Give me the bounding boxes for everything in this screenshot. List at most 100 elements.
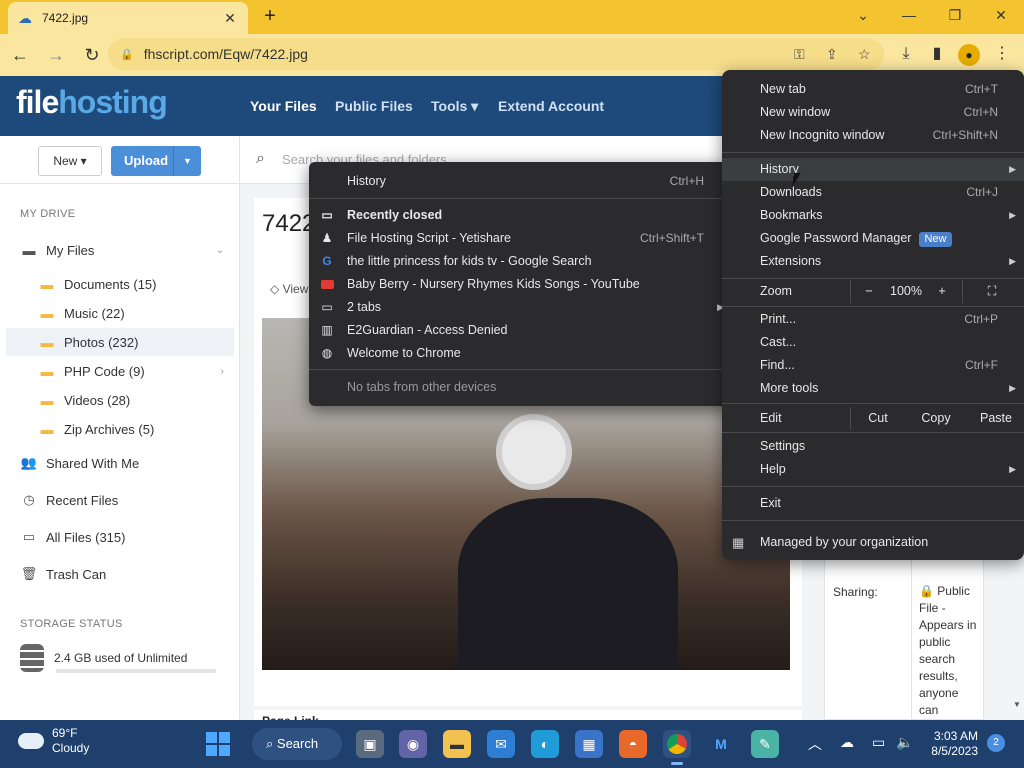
nav-extend-account[interactable]: Extend Account	[498, 98, 604, 114]
side-panel-icon[interactable]: ▮	[923, 40, 951, 68]
sidebar-item-all-files[interactable]: ▭ All Files (315)	[0, 523, 234, 551]
no-tabs-other-devices: No tabs from other devices	[347, 380, 497, 394]
divider	[722, 520, 1024, 521]
new-button[interactable]: New ▾	[38, 146, 102, 176]
managed-by-organization[interactable]: ▦ Managed by your organization	[722, 531, 1024, 554]
download-icon[interactable]: ⤓	[892, 40, 920, 68]
tab-search-chevron-icon[interactable]: ⌄	[840, 4, 886, 28]
close-tab-icon[interactable]: ✕	[222, 10, 238, 27]
store-icon[interactable]: ▦	[575, 730, 603, 758]
profile-avatar-icon[interactable]: ●	[958, 44, 980, 66]
windows-taskbar: 69°F Cloudy ⌕ Search ▣ ◉ ▬ ✉ ◐ ▦ ◓ M ✎ ︿ …	[0, 720, 1024, 768]
sidebar-folder-zip-archives[interactable]: ▬ Zip Archives (5)	[0, 415, 234, 443]
weather-condition: Cloudy	[52, 741, 90, 755]
edge-icon[interactable]: ◐	[531, 730, 559, 758]
menu-cast[interactable]: Cast...	[722, 331, 1024, 354]
chevron-right-icon[interactable]: ›	[221, 366, 224, 377]
paste-button[interactable]: Paste	[974, 407, 1018, 430]
view-button[interactable]: ◇ View	[270, 282, 308, 296]
sidebar-item-shared[interactable]: 👥 Shared With Me	[0, 449, 234, 477]
history-entry[interactable]: ♟ File Hosting Script - Yetishare Ctrl+Shi…	[309, 227, 732, 250]
menu-help[interactable]: Help ▶	[722, 458, 1024, 481]
cut-button[interactable]: Cut	[858, 407, 898, 430]
volume-icon[interactable]: 🔈	[896, 734, 913, 751]
mail-icon[interactable]: ✉	[487, 730, 515, 758]
forward-icon[interactable]: →	[40, 39, 72, 71]
sidebar-folder-photos[interactable]: ▬ Photos (232)	[6, 328, 234, 356]
upload-dropdown-icon[interactable]: ▼	[173, 146, 201, 176]
chrome-menu-icon[interactable]: ⋮	[988, 40, 1016, 68]
menu-more-tools[interactable]: More tools ▶	[722, 377, 1024, 400]
taskbar-search[interactable]: ⌕ Search	[252, 728, 342, 760]
file-explorer-icon[interactable]: ▬	[443, 730, 471, 758]
menu-settings[interactable]: Settings	[722, 435, 1024, 458]
chevron-down-icon[interactable]: ⌄	[216, 245, 224, 256]
history-entry[interactable]: ▥ E2Guardian - Access Denied	[309, 319, 732, 342]
history-entry[interactable]: Gthe little princess for kids tv - Googl…	[309, 250, 732, 273]
zoom-out-button[interactable]: −	[858, 280, 880, 303]
menu-password-manager[interactable]: Google Password Manager New	[722, 227, 1024, 250]
tray-chevron-icon[interactable]: ︿	[808, 734, 822, 754]
divider	[722, 306, 1024, 307]
nav-tools[interactable]: Tools ▾	[431, 98, 478, 115]
history-item[interactable]: History Ctrl+H	[309, 170, 732, 193]
chrome-taskbar-icon[interactable]	[663, 730, 691, 765]
sidebar-folder-music[interactable]: ▬ Music (22)	[0, 299, 234, 327]
back-icon[interactable]: ←	[4, 39, 36, 71]
sidebar-item-recent[interactable]: ◷ Recent Files	[0, 486, 234, 514]
bookmark-star-icon[interactable]: ☆	[858, 46, 871, 63]
malwarebytes-icon[interactable]: M	[707, 730, 735, 758]
menu-new-window[interactable]: New window Ctrl+N	[722, 101, 1024, 124]
sidebar-folder-documents[interactable]: ▬ Documents (15)	[0, 270, 234, 298]
task-view-icon[interactable]: ▣	[356, 730, 384, 758]
site-logo[interactable]: filehosting	[16, 84, 168, 121]
browser-tab[interactable]: ☁ 7422.jpg ✕	[8, 2, 248, 34]
recently-closed-item[interactable]: ▭ Recently closed	[309, 204, 732, 227]
history-entry[interactable]: ▭ 2 tabs ▶	[309, 296, 732, 319]
start-button[interactable]	[206, 732, 230, 756]
copy-button[interactable]: Copy	[914, 407, 958, 430]
menu-print[interactable]: Print... Ctrl+P	[722, 308, 1024, 331]
menu-incognito[interactable]: New Incognito window Ctrl+Shift+N	[722, 124, 1024, 147]
folder-icon: ▬	[22, 242, 36, 258]
paint-icon[interactable]: ✎	[751, 730, 779, 758]
menu-downloads[interactable]: Downloads Ctrl+J	[722, 181, 1024, 204]
nav-your-files[interactable]: Your Files	[250, 98, 317, 114]
network-icon[interactable]: ☁	[840, 734, 854, 751]
restore-icon[interactable]: ❐	[932, 4, 978, 28]
scroll-down-arrow-icon[interactable]: ▼	[1012, 700, 1022, 720]
sidebar-folder-php-code[interactable]: ▬ PHP Code (9) ›	[0, 357, 234, 385]
sidebar-item-trash[interactable]: 🗑 Trash Can	[0, 560, 234, 588]
display-icon[interactable]: ▭	[872, 734, 885, 751]
address-bar[interactable]: 🔒 fhscript.com/Eqw/7422.jpg ⚿ ⇪ ☆	[108, 38, 884, 70]
zoom-in-button[interactable]: +	[932, 280, 952, 303]
close-window-icon[interactable]: ✕	[978, 4, 1024, 28]
upload-button[interactable]: Upload ▼	[111, 146, 201, 176]
key-icon[interactable]: ⚿	[794, 46, 805, 63]
menu-extensions[interactable]: Extensions ▶	[722, 250, 1024, 273]
sidebar-item-my-files[interactable]: ▬ My Files ⌄	[0, 236, 234, 264]
menu-bookmarks[interactable]: Bookmarks ▶	[722, 204, 1024, 227]
menu-exit[interactable]: Exit	[722, 492, 1024, 515]
new-tab-icon[interactable]: +	[258, 6, 282, 28]
file-icon: ▭	[22, 529, 36, 544]
firefox-icon[interactable]: ◓	[619, 730, 647, 758]
history-entry[interactable]: Baby Berry - Nursery Rhymes Kids Songs -…	[309, 273, 732, 296]
teams-icon[interactable]: ◉	[399, 730, 427, 758]
menu-find[interactable]: Find... Ctrl+F	[722, 354, 1024, 377]
menu-new-tab[interactable]: New tab Ctrl+T	[722, 78, 1024, 101]
nav-public-files[interactable]: Public Files	[335, 98, 413, 114]
weather-widget[interactable]: 69°F Cloudy	[18, 726, 89, 756]
notification-badge[interactable]: 2	[987, 734, 1005, 752]
sidebar-folder-videos[interactable]: ▬ Videos (28)	[0, 386, 234, 414]
minimize-icon[interactable]: —	[886, 4, 932, 28]
history-entry[interactable]: ◍ Welcome to Chrome	[309, 342, 732, 365]
lock-icon: 🔒	[120, 48, 134, 61]
share-icon[interactable]: ⇪	[826, 46, 838, 63]
menu-history[interactable]: History ▶	[722, 158, 1024, 181]
chevron-right-icon: ▶	[1009, 210, 1016, 220]
clock[interactable]: 3:03 AM 8/5/2023	[922, 729, 978, 759]
chevron-right-icon: ▶	[1009, 256, 1016, 266]
fullscreen-icon[interactable]: ⛶	[980, 280, 1004, 303]
reload-icon[interactable]: ↻	[76, 39, 108, 71]
